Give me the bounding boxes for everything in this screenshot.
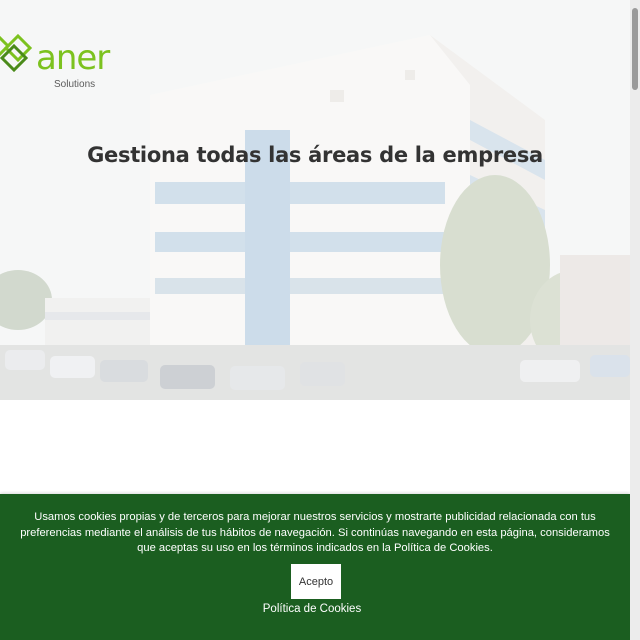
cookie-policy-link[interactable]: Política de Cookies — [0, 603, 624, 615]
logo-tagline: Solutions — [54, 79, 96, 90]
hero-section: aner Solutions Gestiona todas las áreas … — [0, 0, 630, 400]
company-logo[interactable]: aner Solutions — [0, 32, 110, 96]
logo-diamonds-icon — [0, 33, 33, 73]
accept-cookies-button[interactable]: Acepto — [291, 564, 341, 599]
cookie-message: Usamos cookies propias y de terceros par… — [20, 511, 610, 554]
page: aner Solutions Gestiona todas las áreas … — [0, 0, 640, 640]
logo-wordmark: aner — [36, 38, 110, 78]
cookie-banner: Usamos cookies propias y de terceros par… — [0, 494, 630, 640]
page-scrollbar[interactable] — [630, 0, 640, 640]
hero-title: Gestiona todas las áreas de la empresa — [87, 143, 543, 167]
scrollbar-thumb[interactable] — [632, 8, 638, 90]
